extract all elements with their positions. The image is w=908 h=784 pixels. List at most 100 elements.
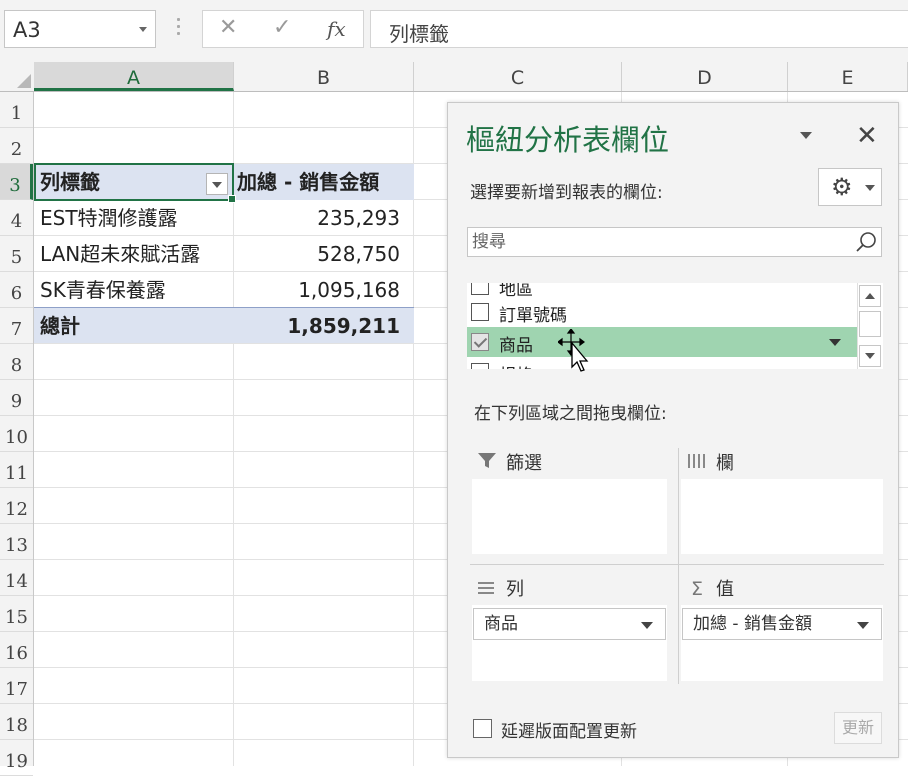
- values-chip-label: 加總 - 銷售金額: [693, 614, 812, 634]
- values-field-chip[interactable]: 加總 - 銷售金額: [682, 608, 882, 640]
- row-header[interactable]: 14: [0, 560, 33, 596]
- row-header[interactable]: 11: [0, 452, 33, 488]
- close-icon[interactable]: ✕: [856, 121, 878, 151]
- rows-icon: [476, 579, 498, 600]
- rows-area-header: 列: [476, 575, 524, 601]
- row-headers: 1 2 3 4 5 6 7 8 9 10 11 12 13 14 15 16 1…: [0, 92, 34, 776]
- column-header-c[interactable]: C: [414, 62, 622, 91]
- field-list-scrollbar[interactable]: [857, 283, 883, 369]
- field-item-selected[interactable]: 商品: [467, 327, 857, 357]
- pivot-field-pane: 樞紐分析表欄位 ✕ 選擇要新增到報表的欄位: ⚙ 地區 訂單號碼 商品 規格: [447, 102, 899, 758]
- row-header[interactable]: 10: [0, 416, 33, 452]
- pivot-item-label[interactable]: SK青春保養露: [34, 272, 234, 308]
- tools-button[interactable]: ⚙: [818, 168, 882, 206]
- search-icon[interactable]: [855, 231, 877, 253]
- values-area-label: 值: [716, 579, 734, 600]
- scroll-up-button[interactable]: [859, 285, 881, 307]
- scroll-thumb[interactable]: [859, 311, 881, 337]
- cancel-icon[interactable]: ✕: [219, 15, 237, 40]
- enter-icon[interactable]: ✓: [273, 15, 291, 40]
- chevron-down-icon[interactable]: [829, 339, 841, 346]
- insert-function-icon[interactable]: fx: [327, 17, 346, 41]
- row-header[interactable]: 1: [0, 92, 33, 128]
- name-box-value: A3: [13, 18, 41, 42]
- row-header[interactable]: 13: [0, 524, 33, 560]
- field-checkbox[interactable]: [471, 303, 489, 321]
- columns-area-header: 欄: [686, 449, 734, 475]
- rows-chip-label: 商品: [484, 614, 518, 634]
- column-headers: A B C D E: [0, 62, 908, 92]
- chevron-down-icon[interactable]: [139, 27, 147, 32]
- row-header[interactable]: 3: [0, 164, 33, 200]
- field-name: 訂單號碼: [499, 306, 567, 326]
- row-header[interactable]: 19: [0, 740, 33, 776]
- grip-icon[interactable]: [177, 18, 181, 40]
- chevron-down-icon: [865, 185, 875, 191]
- row-header[interactable]: 15: [0, 596, 33, 632]
- field-list: 地區 訂單號碼 商品 規格: [467, 283, 857, 369]
- column-header-b[interactable]: B: [234, 62, 414, 91]
- row-header[interactable]: 16: [0, 632, 33, 668]
- row-header[interactable]: 12: [0, 488, 33, 524]
- pivot-total-value[interactable]: 1,859,211: [234, 307, 414, 343]
- values-area-header: Σ值: [686, 575, 734, 601]
- choose-fields-label: 選擇要新增到報表的欄位:: [470, 183, 663, 203]
- formula-buttons: ✕ ✓ fx: [202, 10, 364, 48]
- name-box[interactable]: A3: [4, 10, 156, 48]
- search-input[interactable]: [470, 230, 854, 254]
- pivot-item-value[interactable]: 528,750: [234, 236, 414, 272]
- pivot-item-value[interactable]: 235,293: [234, 200, 414, 236]
- scroll-down-button[interactable]: [859, 345, 881, 367]
- pane-options-chevron-icon[interactable]: [800, 132, 812, 139]
- formula-value: 列標籤: [389, 22, 449, 46]
- filter-icon: [476, 453, 498, 474]
- rows-area-label: 列: [506, 579, 524, 600]
- pivot-value-header[interactable]: 加總 - 銷售金額: [234, 164, 414, 200]
- rows-field-chip[interactable]: 商品: [473, 608, 666, 640]
- row-label-filter-button[interactable]: [206, 173, 228, 195]
- field-name: 商品: [499, 336, 533, 356]
- row-header[interactable]: 6: [0, 272, 33, 308]
- defer-update-checkbox[interactable]: [473, 719, 492, 738]
- columns-area-label: 欄: [716, 453, 734, 474]
- column-header-e[interactable]: E: [788, 62, 908, 91]
- chevron-down-icon[interactable]: [641, 622, 653, 629]
- chevron-down-icon[interactable]: [857, 622, 869, 629]
- filter-area-header: 篩選: [476, 449, 542, 475]
- select-all-button[interactable]: [0, 62, 35, 91]
- pivot-item-label[interactable]: EST特潤修護露: [34, 200, 234, 236]
- field-checkbox[interactable]: [471, 283, 489, 295]
- pivot-total-label[interactable]: 總計: [34, 307, 234, 343]
- column-header-d[interactable]: D: [622, 62, 788, 91]
- columns-drop-area[interactable]: [681, 479, 883, 554]
- sigma-icon: Σ: [690, 578, 703, 600]
- field-checkbox-checked[interactable]: [471, 333, 489, 351]
- formula-input[interactable]: 列標籤: [370, 10, 908, 48]
- row-header[interactable]: 2: [0, 128, 33, 164]
- field-item[interactable]: 規格: [467, 357, 857, 369]
- row-header[interactable]: 17: [0, 668, 33, 704]
- pivot-item-label[interactable]: LAN超未來賦活露: [34, 236, 234, 272]
- field-checkbox[interactable]: [471, 363, 489, 369]
- move-cursor-icon: [558, 329, 589, 372]
- area-divider: [678, 448, 679, 684]
- field-item[interactable]: 訂單號碼: [467, 297, 857, 327]
- row-header[interactable]: 8: [0, 344, 33, 380]
- field-name: 規格: [499, 361, 533, 369]
- area-divider: [470, 564, 884, 565]
- field-search[interactable]: [467, 227, 882, 257]
- pivot-item-value[interactable]: 1,095,168: [234, 272, 414, 308]
- row-header[interactable]: 9: [0, 380, 33, 416]
- row-header[interactable]: 7: [0, 308, 33, 344]
- column-header-a[interactable]: A: [34, 62, 234, 91]
- defer-update-label: 延遲版面配置更新: [501, 722, 637, 742]
- drag-fields-label: 在下列區域之間拖曳欄位:: [474, 404, 667, 424]
- row-header[interactable]: 18: [0, 704, 33, 740]
- update-button[interactable]: 更新: [834, 712, 882, 744]
- row-header[interactable]: 5: [0, 236, 33, 272]
- active-cell-border: [34, 163, 236, 203]
- row-header[interactable]: 4: [0, 200, 33, 236]
- filter-drop-area[interactable]: [472, 479, 667, 554]
- formula-bar: A3 ✕ ✓ fx 列標籤: [0, 0, 908, 62]
- columns-icon: [686, 453, 708, 474]
